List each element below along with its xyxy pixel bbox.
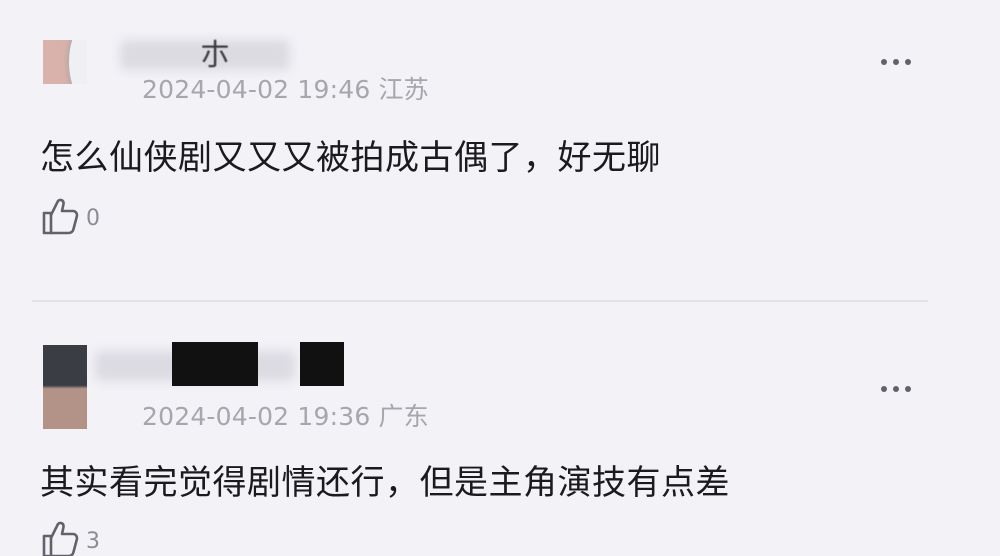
avatar[interactable] [43,40,87,84]
thumbs-up-icon [42,521,79,556]
avatar[interactable] [43,345,87,429]
comment-meta: 2024-04-02 19:36 广东 [142,397,429,433]
comment-text: 其实看完觉得剧情还行，但是主角演技有点差 [40,463,730,503]
comment-text: 怎么仙侠剧又又又被拍成古偶了，好无聊 [40,138,661,178]
comment-item: 朩 2024-04-02 19:46 江苏 怎么仙侠剧又又又被拍成古偶了，好无聊 … [0,0,1000,300]
more-horizontal-icon [881,59,887,65]
more-dot [893,59,899,65]
comment-meta: 2024-04-02 19:46 江苏 [142,70,429,106]
redaction-box [172,342,258,386]
comment-date: 2024-04-02 19:46 [142,75,371,104]
username-fragment: 朩 [200,38,230,73]
like-count: 0 [86,205,100,231]
divider [32,300,928,302]
like-button[interactable]: 3 [40,519,100,556]
more-options-button[interactable] [872,52,920,72]
comment-date: 2024-04-02 19:36 [142,402,371,431]
thumbs-up-icon [42,198,79,235]
more-options-button[interactable] [872,379,920,399]
more-dot [893,386,899,392]
comment-location: 广东 [378,402,429,431]
more-dot [905,386,911,392]
redaction-box [300,342,344,386]
more-horizontal-icon [881,386,887,392]
comment-list: 朩 2024-04-02 19:46 江苏 怎么仙侠剧又又又被拍成古偶了，好无聊 … [0,0,1000,556]
like-count: 3 [86,528,100,554]
comment-item: 2024-04-02 19:36 广东 其实看完觉得剧情还行，但是主角演技有点差 … [0,303,1000,556]
comment-location: 江苏 [378,75,429,104]
like-button[interactable]: 0 [40,196,100,236]
more-dot [905,59,911,65]
